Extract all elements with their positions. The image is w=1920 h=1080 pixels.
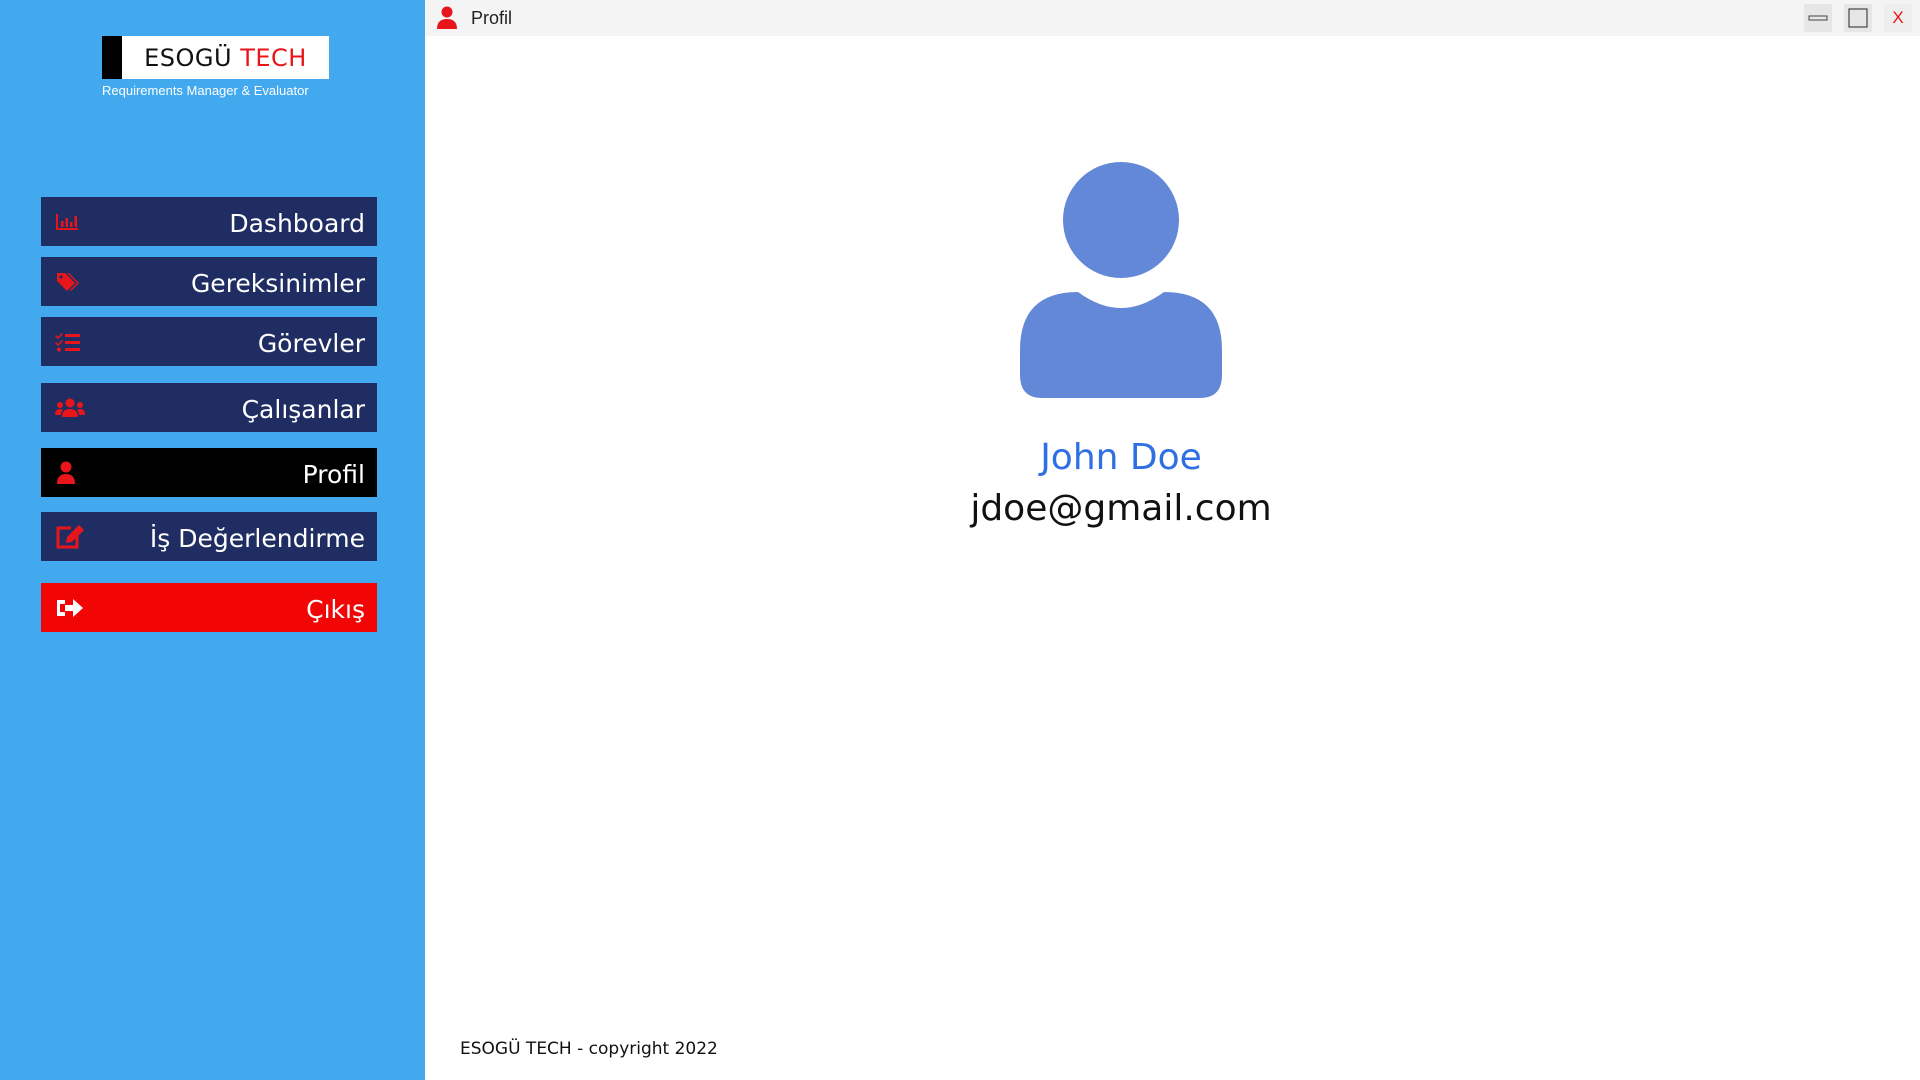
sidebar-item-label: Profil [302,460,365,489]
close-button[interactable]: X [1884,4,1912,32]
sidebar-item-label: İş Değerlendirme [149,524,365,553]
logo-bar [102,36,122,79]
sidebar-item-label: Görevler [257,329,365,358]
sidebar-item-is-degerlendirme[interactable]: İş Değerlendirme [41,512,377,561]
sidebar-item-label: Gereksinimler [190,269,365,298]
tags-icon [55,268,95,296]
sidebar-item-label: Çalışanlar [241,395,365,424]
user-icon [437,6,461,30]
profile-email: jdoe@gmail.com [970,488,1272,529]
sidebar: ESOGÜ TECH Requirements Manager & Evalua… [0,0,425,1080]
profile-name: John Doe [1040,437,1202,478]
sidebar-item-label: Çıkış [306,595,365,624]
sidebar-item-calisanlar[interactable]: Çalışanlar [41,383,377,432]
brand-name: ESOGÜ TECH [122,44,329,72]
user-icon [55,459,95,487]
sidebar-item-profil[interactable]: Profil [41,448,377,497]
window-titlebar: Profil X [425,0,1920,36]
task-list-icon [55,328,95,356]
footer-copyright: ESOGÜ TECH - copyright 2022 [460,1039,718,1059]
maximize-icon [1848,8,1868,28]
sign-out-icon [55,594,95,622]
sidebar-item-label: Dashboard [229,209,365,238]
maximize-button[interactable] [1844,4,1872,32]
minimize-icon [1808,15,1828,21]
sidebar-item-dashboard[interactable]: Dashboard [41,197,377,246]
users-icon [55,394,95,422]
brand-name-part2: TECH [240,43,307,72]
brand-name-part1: ESOGÜ [144,43,233,72]
brand-logo: ESOGÜ TECH [102,36,329,79]
brand-subtitle: Requirements Manager & Evaluator [102,83,309,98]
minimize-button[interactable] [1804,4,1832,32]
sidebar-item-gorevler[interactable]: Görevler [41,317,377,366]
window-title: Profil [471,7,513,28]
sidebar-item-cikis[interactable]: Çıkış [41,583,377,632]
sidebar-item-gereksinimler[interactable]: Gereksinimler [41,257,377,306]
edit-icon [55,523,95,551]
bar-chart-icon [55,208,95,236]
avatar [1020,160,1222,400]
